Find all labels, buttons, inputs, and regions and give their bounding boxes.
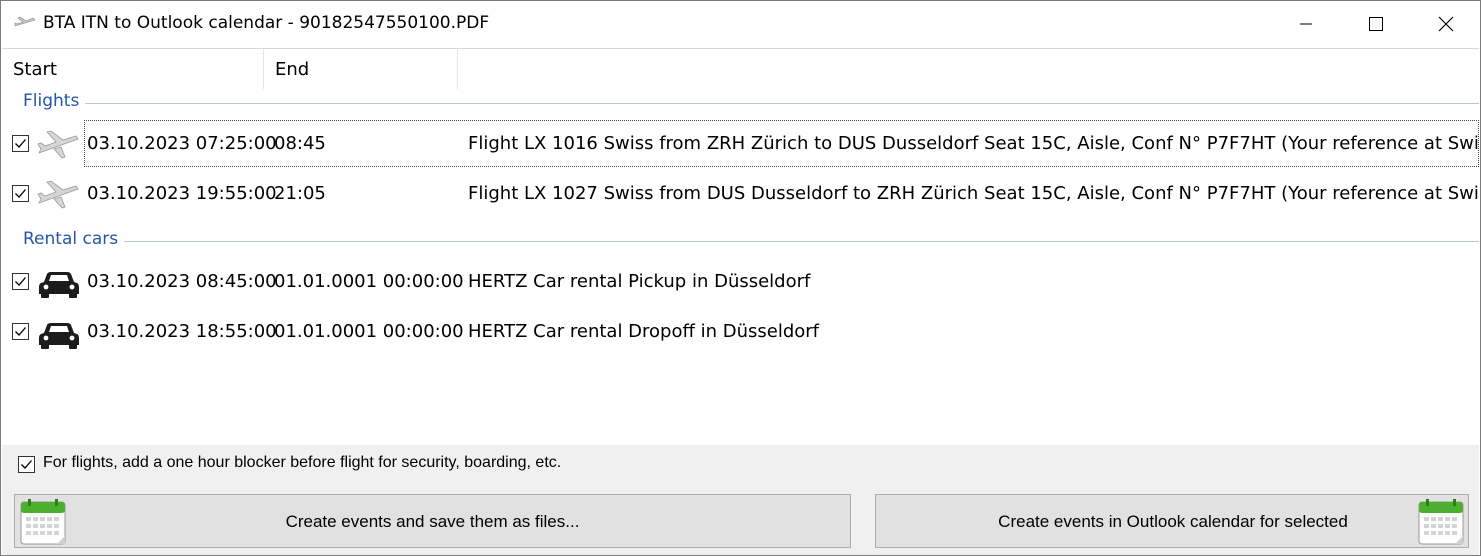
column-header-start[interactable]: Start [2, 49, 264, 89]
checkmark-icon [21, 460, 32, 469]
checkmark-icon [15, 189, 26, 198]
row-checkbox[interactable] [12, 185, 29, 202]
start-cell: 03.10.2023 08:45:00 [87, 271, 277, 292]
maximize-button[interactable] [1341, 1, 1411, 47]
list-item[interactable]: 03.10.2023 08:45:00 01.01.0001 00:00:00 … [2, 258, 1479, 306]
group-divider [82, 103, 1479, 104]
description-cell: HERTZ Car rental Pickup in Düsseldorf [468, 271, 811, 292]
checkmark-icon [15, 277, 26, 286]
outlook-button-label: Create events in Outlook calendar for se… [998, 512, 1348, 531]
airplane-icon [37, 180, 79, 209]
window-title: BTA ITN to Outlook calendar - 9018254755… [43, 13, 490, 33]
save-files-button-label: Create events and save them as files... [285, 512, 580, 531]
save-files-button[interactable]: Create events and save them as files... [14, 494, 851, 548]
end-cell: 01.01.0001 00:00:00 [274, 271, 464, 292]
list-item[interactable]: 03.10.2023 19:55:00 21:05 Flight LX 1027… [2, 171, 1479, 219]
close-icon [1438, 16, 1454, 32]
maximize-icon [1369, 17, 1383, 31]
group-label-flights: Flights [23, 91, 86, 111]
blocker-label[interactable]: For flights, add a one hour blocker befo… [43, 454, 561, 472]
outlook-button[interactable]: Create events in Outlook calendar for se… [875, 494, 1469, 548]
group-label-rental-cars: Rental cars [23, 229, 125, 249]
row-checkbox[interactable] [12, 273, 29, 290]
start-cell: 03.10.2023 18:55:00 [87, 321, 277, 342]
checkmark-icon [15, 139, 26, 148]
group-header-flights[interactable]: Flights [2, 91, 1479, 115]
airplane-app-icon [14, 16, 36, 27]
checkmark-icon [15, 327, 26, 336]
calendar-icon [1418, 499, 1464, 545]
column-header-end[interactable]: End [264, 49, 458, 89]
close-button[interactable] [1411, 1, 1480, 47]
group-header-rental-cars[interactable]: Rental cars [2, 229, 1479, 253]
row-checkbox[interactable] [12, 135, 29, 152]
column-header: Start End [2, 49, 1479, 89]
app-window: BTA ITN to Outlook calendar - 9018254755… [0, 0, 1481, 556]
group-divider [116, 241, 1479, 242]
description-cell: Flight LX 1027 Swiss from DUS Dusseldorf… [468, 183, 1479, 204]
list-item[interactable]: 03.10.2023 18:55:00 01.01.0001 00:00:00 … [2, 309, 1479, 357]
car-icon [39, 272, 79, 298]
focus-rectangle [84, 120, 1479, 167]
minimize-icon [1300, 23, 1312, 25]
start-cell: 03.10.2023 19:55:00 [87, 183, 277, 204]
blocker-checkbox[interactable] [18, 456, 35, 473]
description-cell: HERTZ Car rental Dropoff in Düsseldorf [468, 321, 820, 342]
row-checkbox[interactable] [12, 323, 29, 340]
options-panel: For flights, add a one hour blocker befo… [2, 445, 1479, 555]
minimize-button[interactable] [1271, 1, 1341, 47]
airplane-icon [37, 130, 79, 159]
title-bar[interactable]: BTA ITN to Outlook calendar - 9018254755… [1, 1, 1480, 47]
car-icon [39, 323, 79, 349]
end-cell: 01.01.0001 00:00:00 [274, 321, 464, 342]
end-cell: 21:05 [274, 183, 326, 204]
itinerary-list[interactable]: Start End Flights 03.10.2023 07:25:00 08… [2, 48, 1479, 445]
